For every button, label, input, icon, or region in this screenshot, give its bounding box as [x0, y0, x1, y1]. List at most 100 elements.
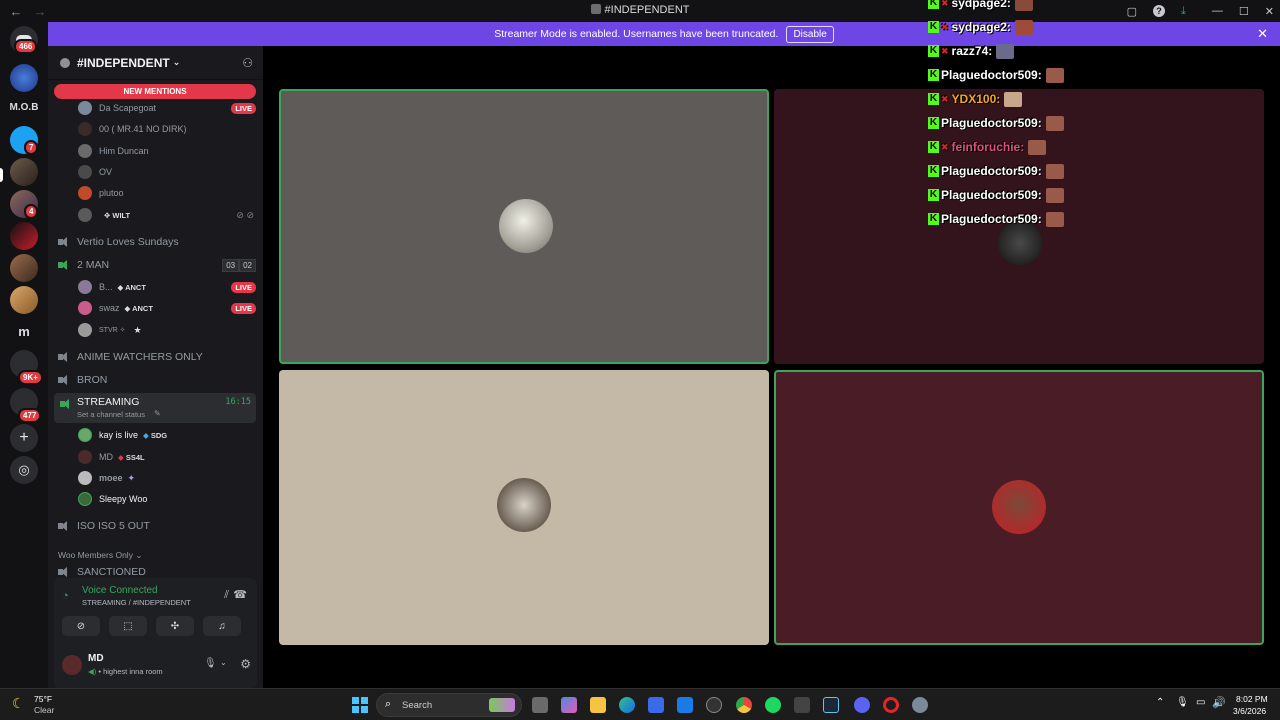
add-server-icon[interactable]: +	[10, 424, 38, 452]
soundboard-button[interactable]: ♫	[203, 616, 241, 636]
voice-channel[interactable]: Vertio Loves Sundays	[58, 232, 256, 252]
edge-icon[interactable]	[619, 697, 635, 713]
network-icon[interactable]: ▭	[1196, 697, 1205, 708]
chevron-down-icon[interactable]: ⌄	[220, 658, 227, 667]
guild-tag: ◆ ANCT	[124, 303, 153, 313]
channel-name: SANCTIONED	[77, 566, 146, 578]
clock-time[interactable]: 8:02 PM	[1236, 694, 1268, 704]
weather-temp[interactable]: 75°F	[34, 694, 52, 704]
server-badge: 4	[24, 204, 39, 219]
voice-user[interactable]: kay is live ◆ SDG	[78, 426, 256, 444]
server-m[interactable]: m	[10, 318, 38, 346]
chat-line: K ✖ razz74:	[928, 40, 1015, 62]
voice-user[interactable]: B... ◆ ANCT LIVE	[78, 278, 256, 296]
app-icon-dark[interactable]	[706, 697, 722, 713]
voice-channel[interactable]: ISO ISO 5 OUT	[58, 516, 256, 536]
user-avatar[interactable]	[62, 655, 82, 675]
activities-button[interactable]: ✣	[156, 616, 194, 636]
share-screen-button[interactable]: ⬚	[109, 616, 147, 636]
kick-icon: K	[928, 213, 939, 225]
mic-tray-icon[interactable]: 🎙	[1176, 697, 1189, 708]
xbox-icon[interactable]	[794, 697, 810, 713]
voice-user[interactable]: Sleepy Woo	[78, 490, 256, 508]
weather-desc[interactable]: Clear	[34, 705, 54, 715]
folder-badge: 477	[18, 408, 42, 423]
voice-user[interactable]: STVR ✧ ★	[78, 321, 256, 339]
settings-gear-icon[interactable]: ⚙	[240, 657, 251, 671]
voice-user[interactable]: OV	[78, 163, 256, 181]
voice-user[interactable]: 00 ( MR.41 NO DIRK)	[78, 120, 256, 138]
voice-connected-label[interactable]: Voice Connected	[82, 585, 158, 596]
opera-icon[interactable]	[883, 697, 899, 713]
new-mentions-pill[interactable]: NEW MENTIONS	[54, 84, 256, 99]
server-icon-photo-1[interactable]	[10, 158, 38, 186]
voice-user[interactable]: MD ◆ SS4L	[78, 448, 256, 466]
channel-name: ISO ISO 5 OUT	[77, 520, 150, 532]
disable-streamer-mode-button[interactable]: Disable	[786, 25, 834, 43]
voice-user[interactable]: Him Duncan	[78, 142, 256, 160]
inbox-icon[interactable]: ▢	[1127, 5, 1137, 18]
discover-icon[interactable]: ◎	[10, 456, 38, 484]
copilot-icon[interactable]	[561, 697, 577, 713]
voice-location[interactable]: STREAMING / #INDEPENDENT	[82, 598, 191, 607]
kick-icon: K	[928, 45, 939, 57]
discord-taskbar-icon[interactable]	[854, 697, 870, 713]
voice-user[interactable]: swaz ◆ ANCT LIVE	[78, 299, 256, 317]
server-mob[interactable]: M.O.B	[6, 94, 42, 122]
chrome-icon[interactable]	[736, 697, 752, 713]
minimize-icon[interactable]: —	[1212, 5, 1223, 17]
participant-tile[interactable]	[774, 370, 1264, 645]
clock-date[interactable]: 3/6/2026	[1233, 706, 1266, 716]
task-view-icon[interactable]	[532, 697, 548, 713]
download-icon[interactable]: ⤓	[1181, 5, 1186, 18]
voice-channel[interactable]: 2 MAN 03 02	[58, 255, 256, 275]
voice-user-name: plutoo	[99, 188, 124, 198]
guild-tag: ◆ ANCT	[117, 282, 146, 292]
server-icon-photo-3[interactable]	[10, 254, 38, 282]
microphone-icon[interactable]: 🎙	[204, 658, 217, 669]
noise-suppression-icon[interactable]: ⫽	[224, 589, 229, 602]
settings-app-icon[interactable]	[912, 697, 928, 713]
file-explorer-icon[interactable]	[590, 697, 606, 713]
voice-user-name: MD	[99, 452, 113, 462]
emote	[996, 43, 1015, 59]
channel-category[interactable]: Woo Members Only ⌄	[58, 550, 142, 561]
voice-user[interactable]: ✥ WILT ⊘ ⊘	[78, 206, 256, 224]
server-icon-blue[interactable]	[10, 64, 38, 92]
mail-icon[interactable]	[677, 697, 693, 713]
channel-status[interactable]: Set a channel status	[77, 410, 145, 419]
camera-off-button[interactable]: ⊘	[62, 616, 100, 636]
windows-start-icon[interactable]	[352, 697, 368, 713]
participant-tile[interactable]	[279, 370, 769, 645]
voice-channel[interactable]: ANIME WATCHERS ONLY	[58, 347, 256, 367]
spotify-icon[interactable]	[765, 697, 781, 713]
voice-user[interactable]: Da Scapegoat LIVE	[78, 99, 256, 117]
chat-username: Plaguedoctor509:	[941, 116, 1042, 130]
volume-icon[interactable]: 🔊	[1212, 696, 1226, 709]
title-bar: ← → #INDEPENDENT ▢ ? ⤓ — ☐ ✕	[0, 0, 1280, 22]
disconnect-icon[interactable]: ☎	[233, 588, 247, 601]
channel-name: Vertio Loves Sundays	[77, 236, 179, 248]
add-member-icon[interactable]: ⚇	[242, 56, 253, 70]
store-icon[interactable]	[648, 697, 664, 713]
taskbar-search[interactable]: ⌕ Search	[376, 693, 522, 717]
close-banner-icon[interactable]: ✕	[1257, 26, 1268, 42]
voice-channel[interactable]: BRON	[58, 370, 256, 390]
server-icon-dog[interactable]	[10, 286, 38, 314]
maximize-icon[interactable]: ☐	[1239, 5, 1249, 18]
chevron-up-icon[interactable]: ⌃	[1156, 697, 1164, 708]
voice-channel-selected[interactable]: STREAMING 16:15 Set a channel status ✎	[54, 393, 256, 423]
steam-icon[interactable]	[823, 697, 839, 713]
server-icon-red[interactable]	[10, 222, 38, 250]
participant-tile[interactable]	[279, 89, 769, 364]
help-icon[interactable]: ?	[1153, 5, 1166, 17]
server-badge: 7	[24, 140, 39, 155]
voice-user[interactable]: plutoo	[78, 184, 256, 202]
voice-user[interactable]: moee ✦	[78, 469, 256, 487]
avatar	[78, 144, 92, 158]
voice-channel[interactable]: SANCTIONED	[58, 566, 256, 578]
guild-header[interactable]: #INDEPENDENT ⌄ ⚇	[48, 46, 263, 80]
participant-avatar	[497, 478, 551, 532]
close-window-icon[interactable]: ✕	[1265, 5, 1274, 18]
kick-icon: K	[928, 141, 939, 153]
